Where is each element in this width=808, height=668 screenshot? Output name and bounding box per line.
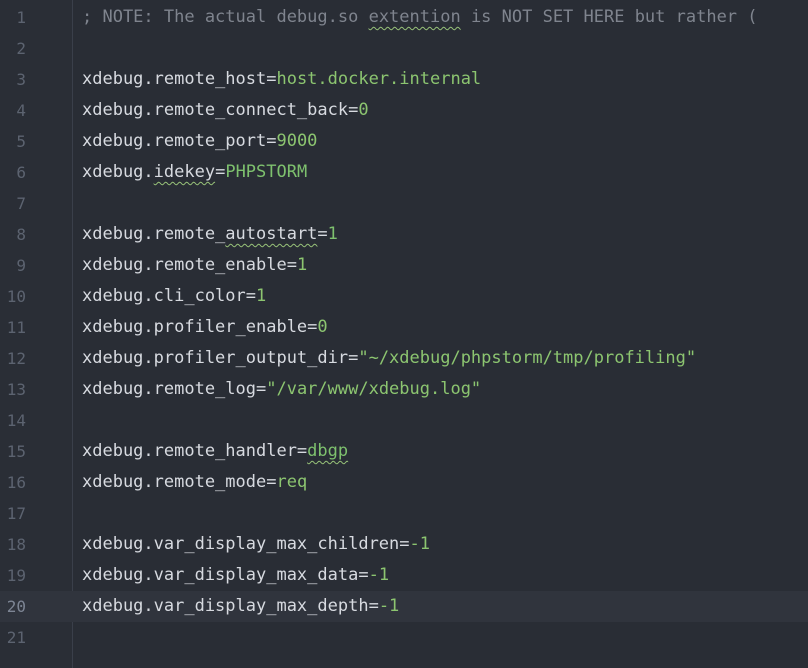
setting-key: xdebug.remote_port=: [82, 131, 277, 151]
setting-value: 0: [358, 100, 369, 120]
code-line[interactable]: 3 xdebug.remote_host=host.docker.internal: [0, 64, 808, 95]
setting-key: idekey: [153, 162, 216, 182]
code-line[interactable]: 4 xdebug.remote_connect_back=0: [0, 95, 808, 126]
line-number: 8: [16, 225, 26, 244]
line-number: 21: [6, 628, 26, 647]
setting-key: xdebug.var_display_max_depth=: [82, 596, 379, 616]
code-text[interactable]: xdebug.var_display_max_depth=-1: [82, 591, 399, 622]
setting-value: 1: [296, 255, 308, 275]
setting-value: PHPSTORM: [225, 162, 308, 182]
setting-key: xdebug.var_display_max_children=: [82, 534, 410, 554]
code-line[interactable]: 7: [0, 188, 808, 219]
setting-key: xdebug.remote_log=: [82, 379, 267, 399]
code-text[interactable]: xdebug.remote_handler=dbgp: [82, 436, 348, 467]
code-text[interactable]: xdebug.remote_enable=1: [82, 250, 307, 281]
line-number: 6: [16, 163, 26, 182]
setting-value: 0: [317, 317, 328, 337]
setting-value: 9000: [276, 131, 318, 151]
code-line[interactable]: 17: [0, 498, 808, 529]
setting-value: "~/xdebug/phpstorm/tmp/profiling": [358, 348, 697, 368]
setting-value: dbgp: [307, 441, 349, 461]
setting-key: =: [215, 162, 226, 182]
line-number: 2: [16, 39, 26, 58]
code-line[interactable]: 16 xdebug.remote_mode=req: [0, 467, 808, 498]
setting-value: "/var/www/xdebug.log": [266, 379, 482, 399]
code-line[interactable]: 21: [0, 622, 808, 653]
code-text[interactable]: xdebug.remote_host=host.docker.internal: [82, 64, 481, 95]
setting-key: xdebug.: [82, 162, 154, 182]
code-text[interactable]: ; NOTE: The actual debug.so extention is…: [82, 2, 758, 33]
setting-key: xdebug.cli_color=: [82, 286, 256, 306]
setting-value: -1: [378, 596, 400, 616]
line-number: 19: [6, 566, 26, 585]
line-number: 12: [6, 349, 26, 368]
line-number: 20: [6, 597, 26, 616]
comment-text: extention: [368, 7, 461, 27]
code-text[interactable]: xdebug.remote_log="/var/www/xdebug.log": [82, 374, 481, 405]
setting-key: xdebug.remote_mode=: [82, 472, 277, 492]
line-number: 7: [16, 194, 26, 213]
code-text[interactable]: xdebug.profiler_enable=0: [82, 312, 328, 343]
line-number: 14: [6, 411, 26, 430]
code-text[interactable]: xdebug.remote_mode=req: [82, 467, 307, 498]
comment-text: is NOT SET HERE but rather (: [460, 7, 758, 27]
code-line[interactable]: 9 xdebug.remote_enable=1: [0, 250, 808, 281]
code-text[interactable]: xdebug.var_display_max_data=-1: [82, 560, 389, 591]
setting-value: 1: [256, 286, 267, 306]
code-line[interactable]: 11 xdebug.profiler_enable=0: [0, 312, 808, 343]
setting-value: 1: [327, 224, 338, 244]
code-line[interactable]: 6 xdebug.idekey=PHPSTORM: [0, 157, 808, 188]
line-number: 3: [16, 70, 26, 89]
setting-key: xdebug.remote_connect_back=: [82, 100, 359, 120]
line-number: 11: [6, 318, 26, 337]
code-text[interactable]: xdebug.remote_connect_back=0: [82, 95, 369, 126]
setting-key: xdebug.remote_enable=: [82, 255, 297, 275]
line-number: 10: [6, 287, 26, 306]
line-number: 5: [16, 132, 26, 151]
comment-text: ; NOTE: The actual debug.so: [82, 7, 369, 27]
code-text[interactable]: xdebug.idekey=PHPSTORM: [82, 157, 307, 188]
line-number: 16: [6, 473, 26, 492]
code-line[interactable]: 13 xdebug.remote_log="/var/www/xdebug.log…: [0, 374, 808, 405]
setting-key: xdebug.var_display_max_data=: [82, 565, 369, 585]
line-number: 9: [16, 256, 26, 275]
line-number: 15: [6, 442, 26, 461]
line-number: 4: [16, 101, 26, 120]
setting-key: =: [317, 224, 328, 244]
setting-key: autostart: [225, 224, 318, 244]
code-line[interactable]: 20 xdebug.var_display_max_depth=-1: [0, 591, 808, 622]
code-text[interactable]: xdebug.cli_color=1: [82, 281, 266, 312]
code-line[interactable]: 5 xdebug.remote_port=9000: [0, 126, 808, 157]
line-number: 17: [6, 504, 26, 523]
setting-key: xdebug.remote_: [82, 224, 226, 244]
code-line[interactable]: 19 xdebug.var_display_max_data=-1: [0, 560, 808, 591]
setting-value: host.docker.internal: [276, 69, 482, 89]
line-number: 18: [6, 535, 26, 554]
code-line[interactable]: 8 xdebug.remote_autostart=1: [0, 219, 808, 250]
setting-key: xdebug.remote_handler=: [82, 441, 308, 461]
code-lines[interactable]: 1 ; NOTE: The actual debug.so extention i…: [0, 2, 808, 653]
setting-value: req: [276, 472, 308, 492]
code-line[interactable]: 1 ; NOTE: The actual debug.so extention i…: [0, 2, 808, 33]
setting-key: xdebug.remote_host=: [82, 69, 277, 89]
code-line[interactable]: 2: [0, 33, 808, 64]
code-editor[interactable]: 1 ; NOTE: The actual debug.so extention i…: [0, 0, 808, 668]
code-line[interactable]: 10 xdebug.cli_color=1: [0, 281, 808, 312]
code-line[interactable]: 12 xdebug.profiler_output_dir="~/xdebug/p…: [0, 343, 808, 374]
setting-value: -1: [409, 534, 430, 554]
code-text[interactable]: xdebug.remote_port=9000: [82, 126, 317, 157]
code-text[interactable]: xdebug.profiler_output_dir="~/xdebug/php…: [82, 343, 696, 374]
line-number: 13: [6, 380, 26, 399]
setting-key: xdebug.profiler_output_dir=: [82, 348, 359, 368]
setting-value: -1: [368, 565, 390, 585]
code-line[interactable]: 15 xdebug.remote_handler=dbgp: [0, 436, 808, 467]
code-line[interactable]: 18 xdebug.var_display_max_children=-1: [0, 529, 808, 560]
code-line[interactable]: 14: [0, 405, 808, 436]
code-text[interactable]: xdebug.var_display_max_children=-1: [82, 529, 430, 560]
line-number: 1: [16, 8, 26, 27]
setting-key: xdebug.profiler_enable=: [82, 317, 318, 337]
code-text[interactable]: xdebug.remote_autostart=1: [82, 219, 338, 250]
